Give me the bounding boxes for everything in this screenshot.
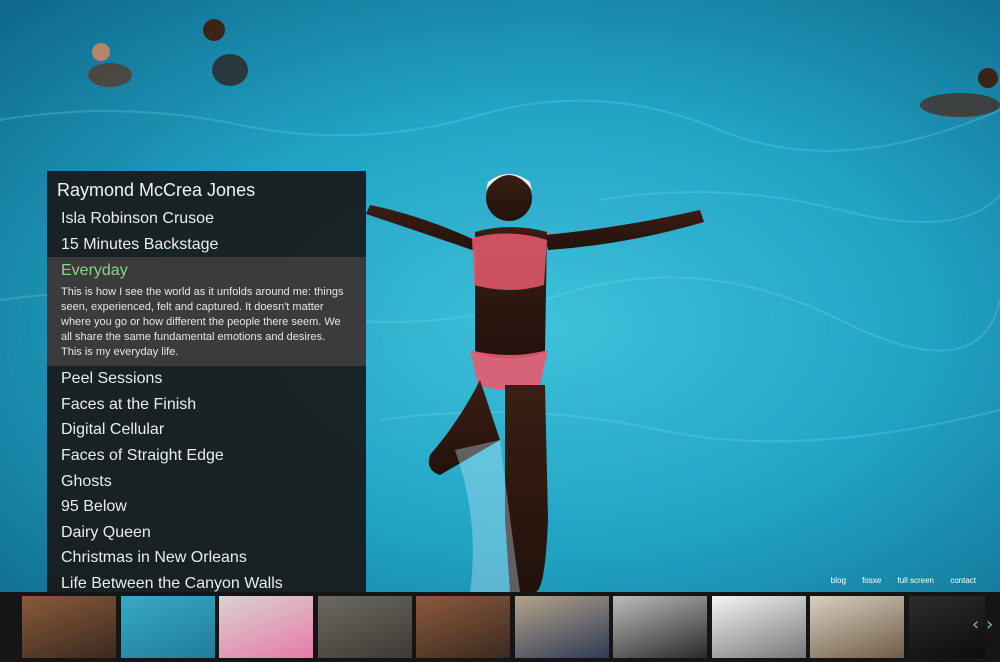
active-project-label[interactable]: Everyday [61, 259, 366, 283]
thumb-bw-portrait[interactable] [613, 596, 707, 658]
menu-item-faces-of-straight-edge[interactable]: Faces of Straight Edge [47, 443, 366, 469]
full-screen-link[interactable]: full screen [898, 576, 934, 585]
thumb-meeting[interactable] [514, 596, 609, 658]
menu-item-dairy-queen[interactable]: Dairy Queen [47, 520, 366, 546]
next-arrow-icon[interactable]: › [986, 614, 993, 635]
menu-item-95-below[interactable]: 95 Below [47, 494, 366, 520]
thumb-pool-girl[interactable] [120, 596, 215, 658]
thumb-old-man-hat[interactable] [416, 596, 510, 658]
menu-item-faces-at-the-finish[interactable]: Faces at the Finish [47, 392, 366, 418]
menu-item-christmas-in-new-orleans[interactable]: Christmas in New Orleans [47, 545, 366, 571]
footer-links: blog fosxe full screen contact [817, 576, 976, 585]
menu-item-peel-sessions[interactable]: Peel Sessions [47, 366, 366, 392]
thumb-street-scene[interactable] [22, 596, 116, 658]
thumb-bw-dancer[interactable] [711, 596, 806, 658]
site-title[interactable]: Raymond McCrea Jones [47, 171, 366, 206]
menu-item-everyday[interactable]: Everyday This is how I see the world as … [47, 257, 366, 367]
thumbnail-strip: ‹ › [0, 592, 1000, 662]
prev-arrow-icon[interactable]: ‹ [972, 614, 979, 635]
blog-link[interactable]: blog [831, 576, 846, 585]
menu-item-15-minutes-backstage[interactable]: 15 Minutes Backstage [47, 232, 366, 258]
menu-item-digital-cellular[interactable]: Digital Cellular [47, 417, 366, 443]
project-menu: Raymond McCrea Jones Isla Robinson Cruso… [47, 171, 366, 592]
fosxe-link[interactable]: fosxe [862, 576, 881, 585]
project-list: Isla Robinson Crusoe 15 Minutes Backstag… [47, 206, 366, 597]
thumb-man-pink-shirt[interactable] [219, 596, 313, 658]
thumb-rubble[interactable] [317, 596, 412, 658]
contact-link[interactable]: contact [950, 576, 976, 585]
menu-item-ghosts[interactable]: Ghosts [47, 469, 366, 495]
thumb-window-blinds[interactable] [810, 596, 904, 658]
project-description: This is how I see the world as it unfold… [61, 286, 344, 359]
menu-item-isla-robinson-crusoe[interactable]: Isla Robinson Crusoe [47, 206, 366, 232]
